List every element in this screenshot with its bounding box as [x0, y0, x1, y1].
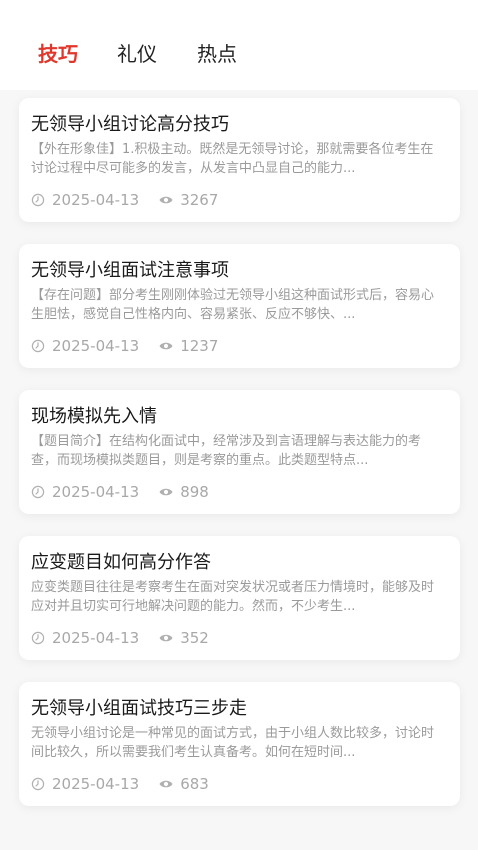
article-title: 无领导小组面试技巧三步走: [31, 698, 247, 719]
tab-etiquette[interactable]: 礼仪: [117, 40, 157, 68]
article-title: 无领导小组讨论高分技巧: [31, 114, 229, 135]
view-count: 683: [180, 775, 209, 793]
publish-date: 2025-04-13: [52, 483, 140, 501]
article-card[interactable]: 无领导小组面试注意事项 【存在问题】部分考生刚刚体验过无领导小组这种面试形式后，…: [19, 244, 460, 368]
clock-icon: [31, 193, 45, 207]
clock-icon: [31, 777, 45, 791]
clock-icon: [31, 485, 45, 499]
article-card[interactable]: 应变题目如何高分作答 应变类题目往往是考察考生在面对突发状况或者压力情境时，能够…: [19, 536, 460, 660]
publish-date: 2025-04-13: [52, 775, 140, 793]
article-meta: 2025-04-13 1237: [31, 335, 218, 357]
article-meta: 2025-04-13 3267: [31, 189, 218, 211]
category-tab-bar: 技巧 礼仪 热点: [0, 0, 478, 90]
article-meta: 2025-04-13 898: [31, 481, 209, 503]
clock-icon: [31, 339, 45, 353]
clock-icon: [31, 631, 45, 645]
publish-date: 2025-04-13: [52, 337, 140, 355]
tab-hot-topics[interactable]: 热点: [197, 40, 237, 68]
tab-skills[interactable]: 技巧: [38, 40, 78, 68]
article-card[interactable]: 现场模拟先入情 【题目简介】在结构化面试中，经常涉及到言语理解与表达能力的考查，…: [19, 390, 460, 514]
eye-icon: [159, 634, 173, 642]
article-meta: 2025-04-13 683: [31, 773, 209, 795]
article-summary: 应变类题目往往是考察考生在面对突发状况或者压力情境时，能够及时应对并且切实可行地…: [31, 580, 435, 614]
article-summary: 【存在问题】部分考生刚刚体验过无领导小组这种面试形式后，容易心生胆怯，感觉自己性…: [31, 288, 435, 322]
eye-icon: [159, 780, 173, 788]
eye-icon: [159, 196, 173, 204]
view-count: 1237: [180, 337, 219, 355]
article-title: 无领导小组面试注意事项: [31, 260, 229, 281]
publish-date: 2025-04-13: [52, 629, 140, 647]
eye-icon: [159, 488, 173, 496]
article-summary: 【题目简介】在结构化面试中，经常涉及到言语理解与表达能力的考查，而现场模拟类题目…: [31, 434, 422, 468]
article-summary: 【外在形象佳】1.积极主动。既然是无领导讨论，那就需要各位考生在讨论过程中尽可能…: [31, 142, 434, 176]
article-title: 应变题目如何高分作答: [31, 552, 211, 573]
view-count: 3267: [180, 191, 219, 209]
article-title: 现场模拟先入情: [31, 406, 157, 427]
publish-date: 2025-04-13: [52, 191, 140, 209]
article-summary: 无领导小组讨论是一种常见的面试方式，由于小组人数比较多，讨论时间比较久，所以需要…: [31, 726, 435, 760]
view-count: 898: [180, 483, 209, 501]
article-meta: 2025-04-13 352: [31, 627, 209, 649]
view-count: 352: [180, 629, 209, 647]
eye-icon: [159, 342, 173, 350]
article-card[interactable]: 无领导小组讨论高分技巧 【外在形象佳】1.积极主动。既然是无领导讨论，那就需要各…: [19, 98, 460, 222]
article-card[interactable]: 无领导小组面试技巧三步走 无领导小组讨论是一种常见的面试方式，由于小组人数比较多…: [19, 682, 460, 806]
